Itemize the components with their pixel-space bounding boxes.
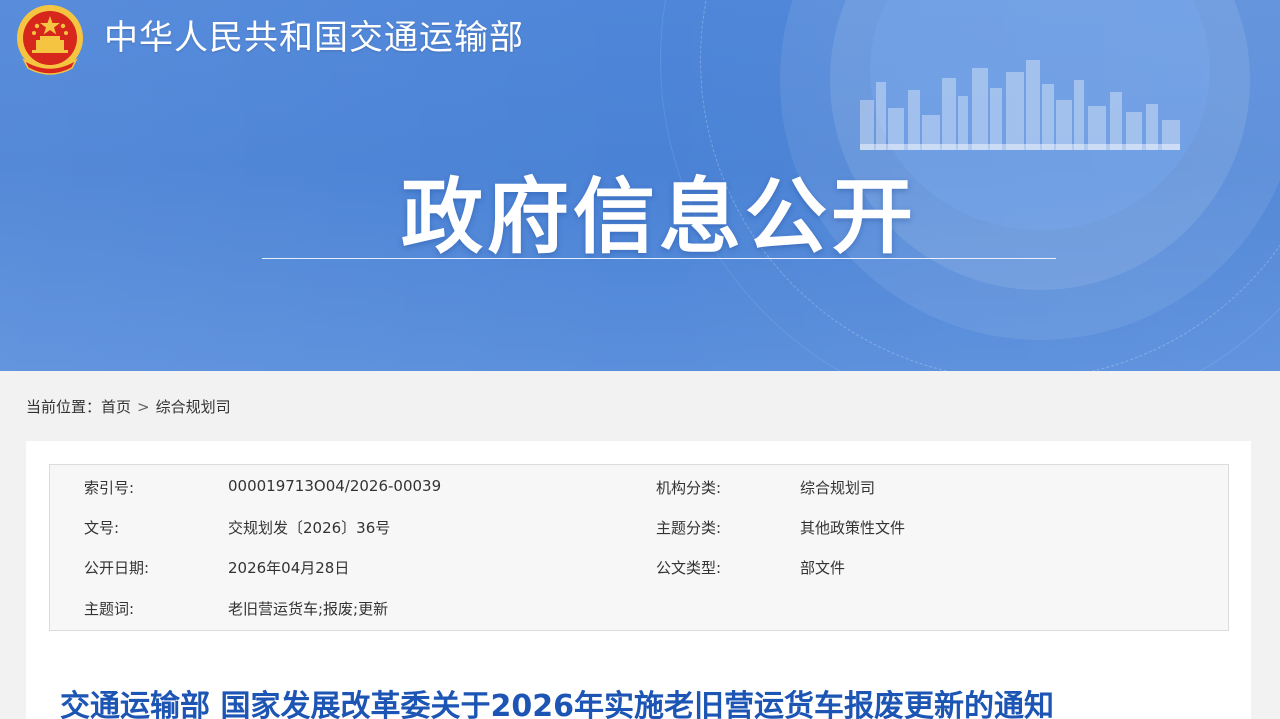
index-number-label: 索引号: (84, 479, 135, 497)
banner-divider (262, 258, 1056, 259)
document-title: 交通运输部 国家发展改革委关于2026年实施老旧营运货车报废更新的通知 (60, 689, 1054, 719)
subject-category-value: 其他政策性文件 (800, 519, 906, 537)
organization-category-label: 机构分类: (656, 479, 722, 497)
breadcrumb-separator: > (137, 397, 150, 416)
document-type-label: 公文类型: (656, 559, 722, 577)
index-number-value: 000019713O04/2026-00039 (228, 477, 442, 495)
breadcrumb-prefix: 当前位置： (26, 398, 102, 416)
keywords-label: 主题词: (84, 600, 135, 618)
publish-date-value: 2026年04月28日 (228, 559, 350, 577)
header-banner: 中华人民共和国交通运输部 政府信息公开 (0, 0, 1280, 371)
document-type-value: 部文件 (800, 559, 846, 577)
document-number-value: 交规划发〔2026〕36号 (228, 519, 391, 537)
ministry-name[interactable]: 中华人民共和国交通运输部 (104, 10, 524, 59)
page-banner-title: 政府信息公开 (400, 170, 917, 265)
breadcrumb-home-link[interactable]: 首页 (101, 396, 131, 417)
publish-date-label: 公开日期: (84, 559, 150, 577)
breadcrumb: 当前位置： 首页 > 综合规划司 (26, 396, 231, 417)
keywords-value: 老旧营运货车;报废;更新 (228, 600, 389, 618)
national-emblem-icon (17, 5, 83, 75)
document-metadata-table: 索引号: 000019713O04/2026-00039 机构分类: 综合规划司… (49, 464, 1229, 631)
breadcrumb-department-link[interactable]: 综合规划司 (156, 396, 231, 417)
city-skyline-graphic (860, 60, 1180, 150)
organization-category-value: 综合规划司 (800, 479, 876, 497)
document-number-label: 文号: (84, 519, 120, 537)
content-panel: 索引号: 000019713O04/2026-00039 机构分类: 综合规划司… (26, 441, 1251, 719)
subject-category-label: 主题分类: (656, 519, 722, 537)
